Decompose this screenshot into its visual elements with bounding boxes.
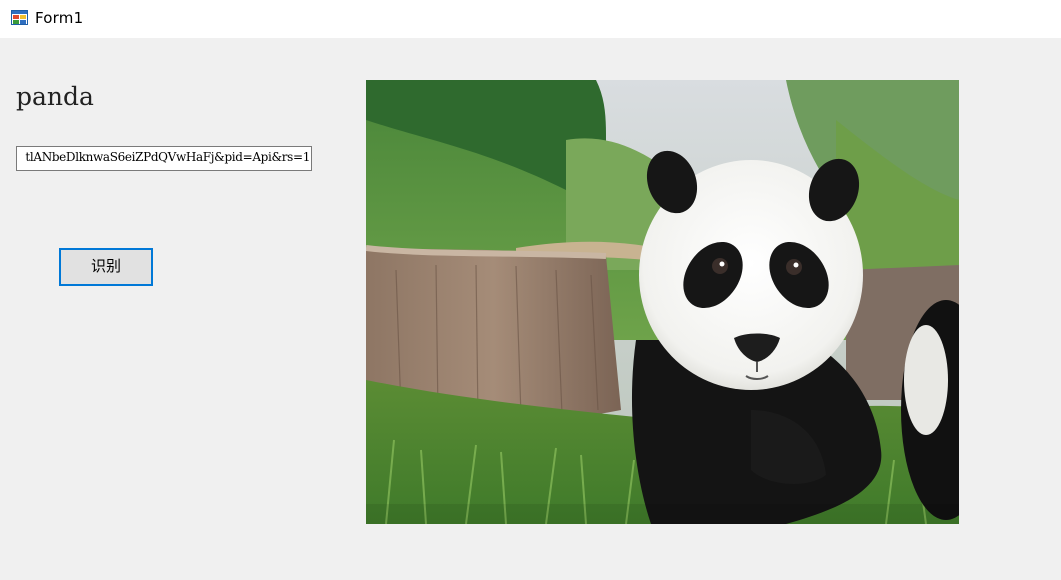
image-url-textbox[interactable]: tlANbeDlknwaS6eiZPdQVwHaFj&pid=Api&rs=1 — [16, 146, 312, 171]
recognize-button[interactable]: 识别 — [59, 248, 153, 286]
window-title: Form1 — [35, 9, 84, 27]
result-label: panda — [16, 82, 94, 111]
title-bar[interactable]: Form1 — [0, 0, 1061, 38]
panda-picture-box — [366, 80, 959, 524]
app-icon[interactable] — [11, 10, 28, 25]
panda-photo — [366, 80, 959, 524]
image-url-text: tlANbeDlknwaS6eiZPdQVwHaFj&pid=Api&rs=1 — [25, 150, 310, 164]
